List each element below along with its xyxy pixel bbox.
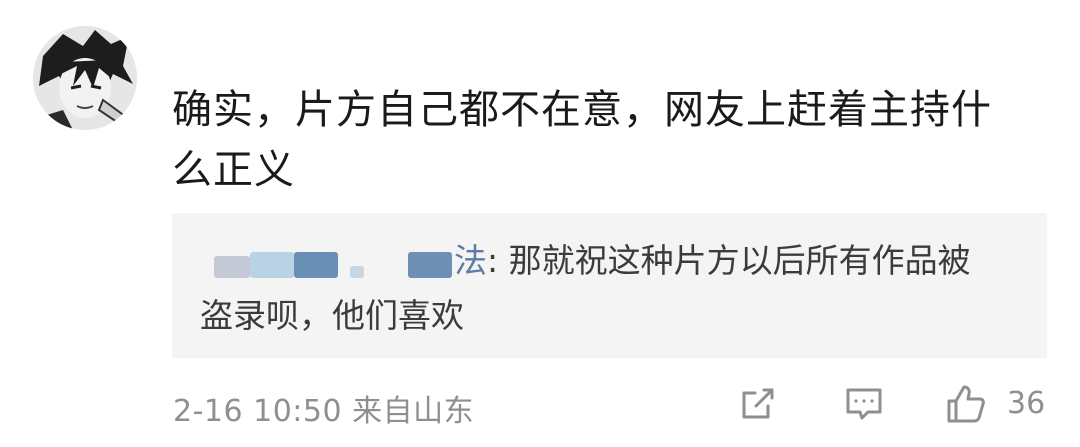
blurred-username [200, 244, 452, 278]
comment-icon[interactable] [842, 382, 886, 426]
reply-content: 法: 那就祝这种片方以后所有作品被盗录呗，他们喜欢 [200, 233, 1000, 343]
share-icon[interactable] [736, 382, 780, 426]
reply-separator: : [487, 241, 509, 280]
like-count: 36 [1007, 386, 1046, 421]
reply-box[interactable]: 法: 那就祝这种片方以后所有作品被盗录呗，他们喜欢 [172, 213, 1047, 358]
like-icon[interactable] [944, 382, 988, 426]
comment-footer: 2-16 10:50 来自山东 36 [0, 378, 1080, 434]
comment-text: 确实，片方自己都不在意，网友上赶着主持什么正义 [172, 87, 992, 193]
avatar[interactable] [33, 26, 137, 130]
timestamp-location: 2-16 10:50 来自山东 [173, 394, 475, 429]
reply-author-name[interactable]: 法 [452, 233, 487, 288]
